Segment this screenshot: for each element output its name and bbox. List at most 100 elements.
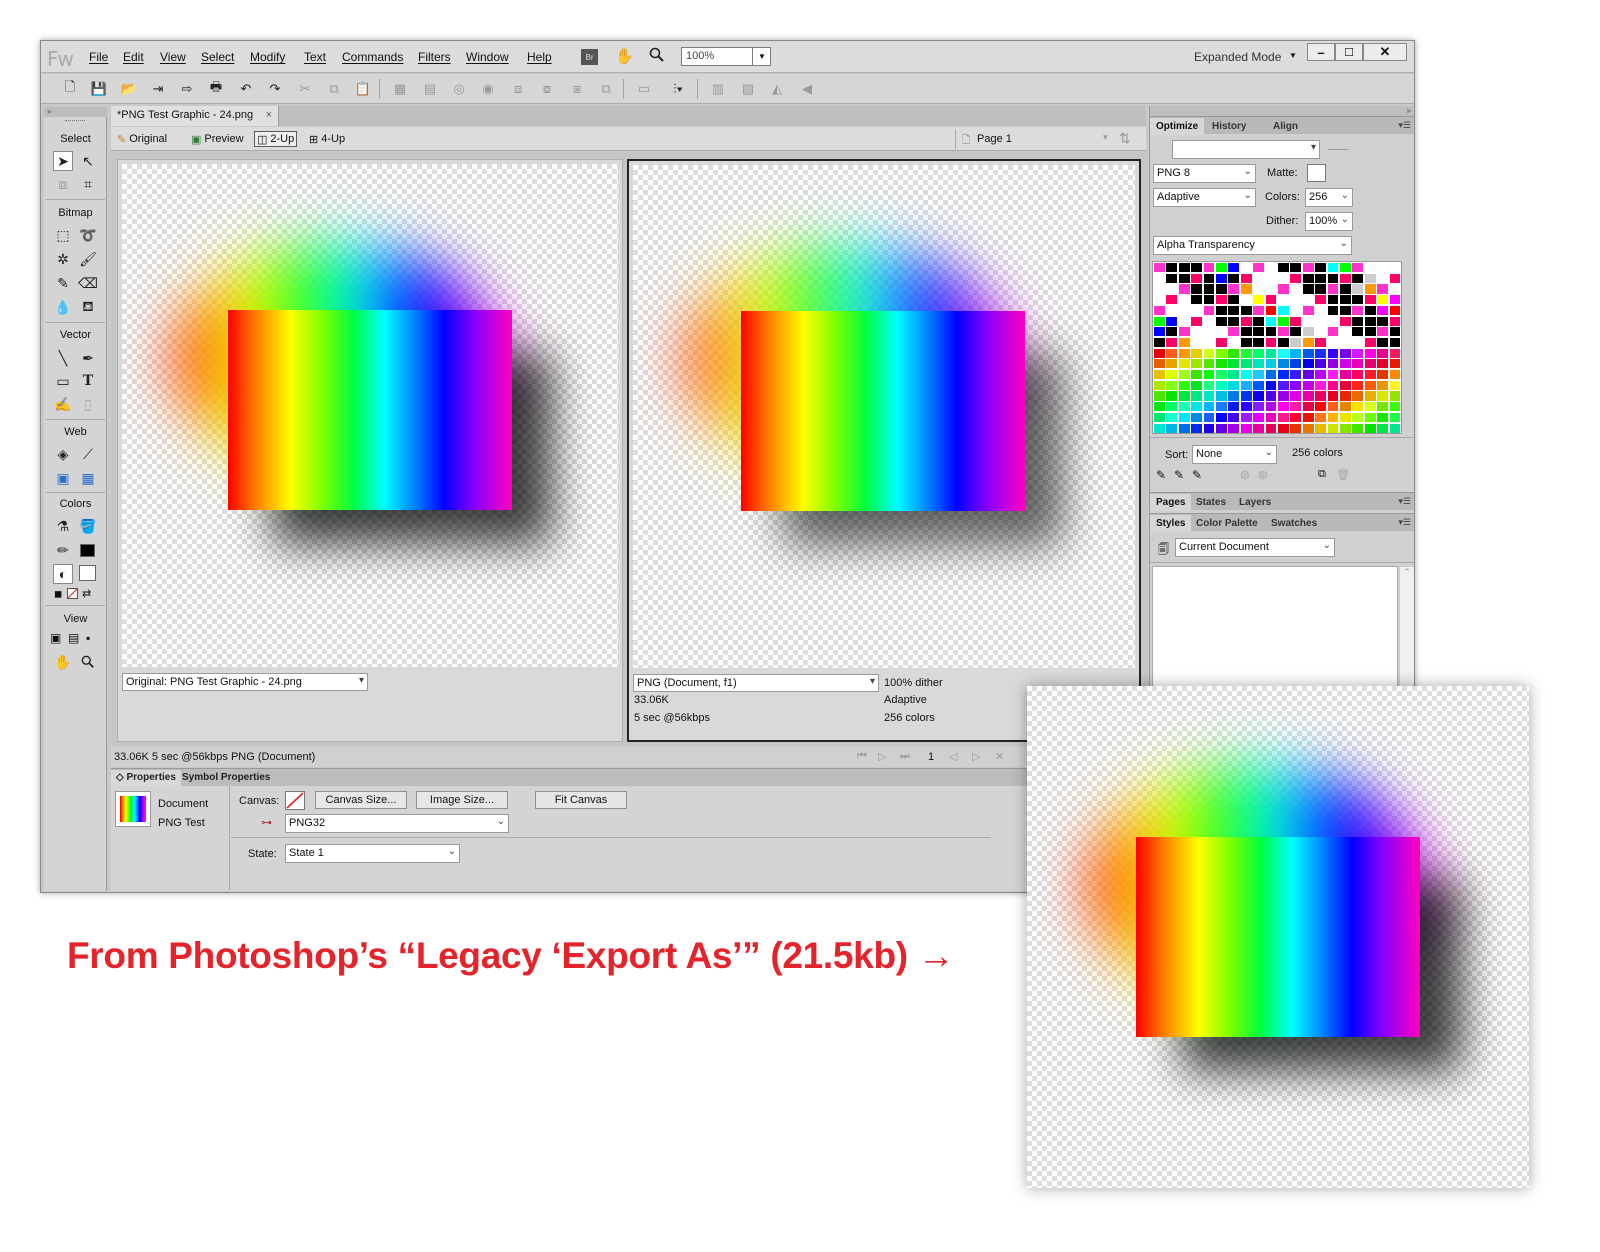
flip-horizontal-icon[interactable]: ◭ <box>768 80 786 98</box>
color-swatch[interactable] <box>1352 295 1364 305</box>
color-swatch[interactable] <box>1377 412 1389 422</box>
color-swatch[interactable] <box>1315 412 1327 422</box>
color-swatch[interactable] <box>1389 337 1401 348</box>
color-swatch[interactable] <box>1377 295 1389 305</box>
color-swatch[interactable] <box>1191 402 1203 412</box>
color-swatch[interactable] <box>1315 273 1327 283</box>
color-swatch[interactable] <box>1178 380 1190 390</box>
color-swatch[interactable] <box>1315 370 1327 380</box>
bridge-icon[interactable]: Br <box>581 49 598 65</box>
color-swatch[interactable] <box>1302 284 1314 294</box>
canvas-color-swatch[interactable] <box>285 791 305 810</box>
tab-color-palette[interactable]: Color Palette <box>1190 515 1264 532</box>
color-swatch[interactable] <box>1278 423 1289 433</box>
color-swatch[interactable] <box>1240 348 1252 358</box>
color-swatch[interactable] <box>1191 284 1203 294</box>
color-swatch[interactable] <box>1278 348 1289 358</box>
no-color-icon[interactable] <box>67 588 78 599</box>
color-swatch[interactable] <box>1228 402 1240 412</box>
ungroup-icon[interactable]: ▤ <box>421 80 439 98</box>
color-swatch[interactable] <box>1154 359 1165 369</box>
color-swatch[interactable] <box>1191 327 1203 337</box>
color-swatch[interactable] <box>1364 370 1376 380</box>
tab-styles[interactable]: Styles <box>1150 515 1192 532</box>
color-swatch[interactable] <box>1327 391 1339 401</box>
color-swatch[interactable] <box>1154 273 1165 283</box>
next-frame-icon[interactable]: ▷ <box>972 750 980 763</box>
color-swatch[interactable] <box>1203 284 1215 294</box>
color-swatch[interactable] <box>1278 337 1289 348</box>
color-swatch[interactable] <box>1154 316 1165 326</box>
color-swatch[interactable] <box>1253 359 1265 369</box>
standard-screen-mode-icon[interactable]: ▣ <box>50 631 61 645</box>
color-swatch[interactable] <box>1216 273 1227 283</box>
panel-menu-icon[interactable]: ▾☰ <box>1398 120 1411 131</box>
color-swatch[interactable] <box>1315 337 1327 348</box>
color-swatch[interactable] <box>1352 380 1364 390</box>
color-swatch[interactable] <box>1265 402 1277 412</box>
color-swatch[interactable] <box>1340 316 1351 326</box>
tab-symbol-properties[interactable]: Symbol Properties <box>177 770 275 786</box>
color-swatch[interactable] <box>1191 423 1203 433</box>
color-swatch[interactable] <box>1278 359 1289 369</box>
copy-icon[interactable]: ⧉ <box>325 80 343 98</box>
color-swatch[interactable] <box>1340 305 1351 315</box>
color-swatch[interactable] <box>1290 402 1302 412</box>
pointer-tool-icon[interactable]: ➤ <box>53 151 73 171</box>
color-swatch[interactable] <box>1389 423 1401 433</box>
color-swatch[interactable] <box>1203 391 1215 401</box>
tab-2up[interactable]: ◫ 2-Up <box>254 131 298 147</box>
image-size-button[interactable]: Image Size... <box>416 791 508 809</box>
color-swatch[interactable] <box>1302 316 1314 326</box>
color-swatch[interactable] <box>1340 295 1351 305</box>
crop-tool-icon[interactable]: ⌗ <box>78 174 98 194</box>
color-swatch[interactable] <box>1166 370 1178 380</box>
color-swatch[interactable] <box>1216 316 1227 326</box>
color-swatch[interactable] <box>1389 295 1401 305</box>
color-swatch[interactable] <box>1154 327 1165 337</box>
cut-icon[interactable]: ✂ <box>296 80 314 98</box>
magic-wand-tool-icon[interactable]: ✲ <box>53 249 73 269</box>
color-swatch[interactable] <box>1154 305 1165 315</box>
color-swatch[interactable] <box>1389 391 1401 401</box>
color-swatch[interactable] <box>1216 391 1227 401</box>
color-swatch[interactable] <box>1228 380 1240 390</box>
color-swatch[interactable] <box>1352 359 1364 369</box>
color-swatch[interactable] <box>1327 305 1339 315</box>
color-swatch[interactable] <box>1302 348 1314 358</box>
color-swatch[interactable] <box>1228 423 1240 433</box>
color-swatch[interactable] <box>1364 316 1376 326</box>
color-swatch[interactable] <box>1340 402 1351 412</box>
color-swatch[interactable] <box>1203 402 1215 412</box>
color-swatch[interactable] <box>1203 305 1215 315</box>
color-swatch[interactable] <box>1327 423 1339 433</box>
color-swatch[interactable] <box>1302 391 1314 401</box>
color-swatch[interactable] <box>1228 316 1240 326</box>
color-swatch[interactable] <box>1302 412 1314 422</box>
color-swatch[interactable] <box>1377 423 1389 433</box>
scale-tool-icon[interactable]: ⧈ <box>53 174 73 194</box>
color-swatch[interactable] <box>1302 273 1314 283</box>
color-swatch[interactable] <box>1315 402 1327 412</box>
palette-select[interactable]: Adaptive ⌄ <box>1153 188 1256 207</box>
color-swatch[interactable] <box>1290 370 1302 380</box>
color-swatch[interactable] <box>1178 423 1190 433</box>
color-swatch[interactable] <box>1377 263 1389 273</box>
color-swatch[interactable] <box>1389 327 1401 337</box>
color-swatch[interactable] <box>1178 359 1190 369</box>
color-swatch[interactable] <box>1253 263 1265 273</box>
color-swatch[interactable] <box>1228 305 1240 315</box>
color-swatch[interactable] <box>1290 412 1302 422</box>
color-swatch[interactable] <box>1352 412 1364 422</box>
show-slices-icon[interactable]: ▦ <box>78 468 98 488</box>
color-swatch[interactable] <box>1228 337 1240 348</box>
new-icon[interactable]: 🗋 <box>61 79 79 98</box>
color-swatch[interactable] <box>1265 348 1277 358</box>
color-swatch[interactable] <box>1203 412 1215 422</box>
color-swatch[interactable] <box>1327 273 1339 283</box>
color-swatch[interactable] <box>1315 348 1327 358</box>
color-swatch[interactable] <box>1154 402 1165 412</box>
flip-vertical-icon[interactable]: ◀ <box>798 80 816 98</box>
color-swatch[interactable] <box>1240 380 1252 390</box>
color-swatch[interactable] <box>1191 305 1203 315</box>
